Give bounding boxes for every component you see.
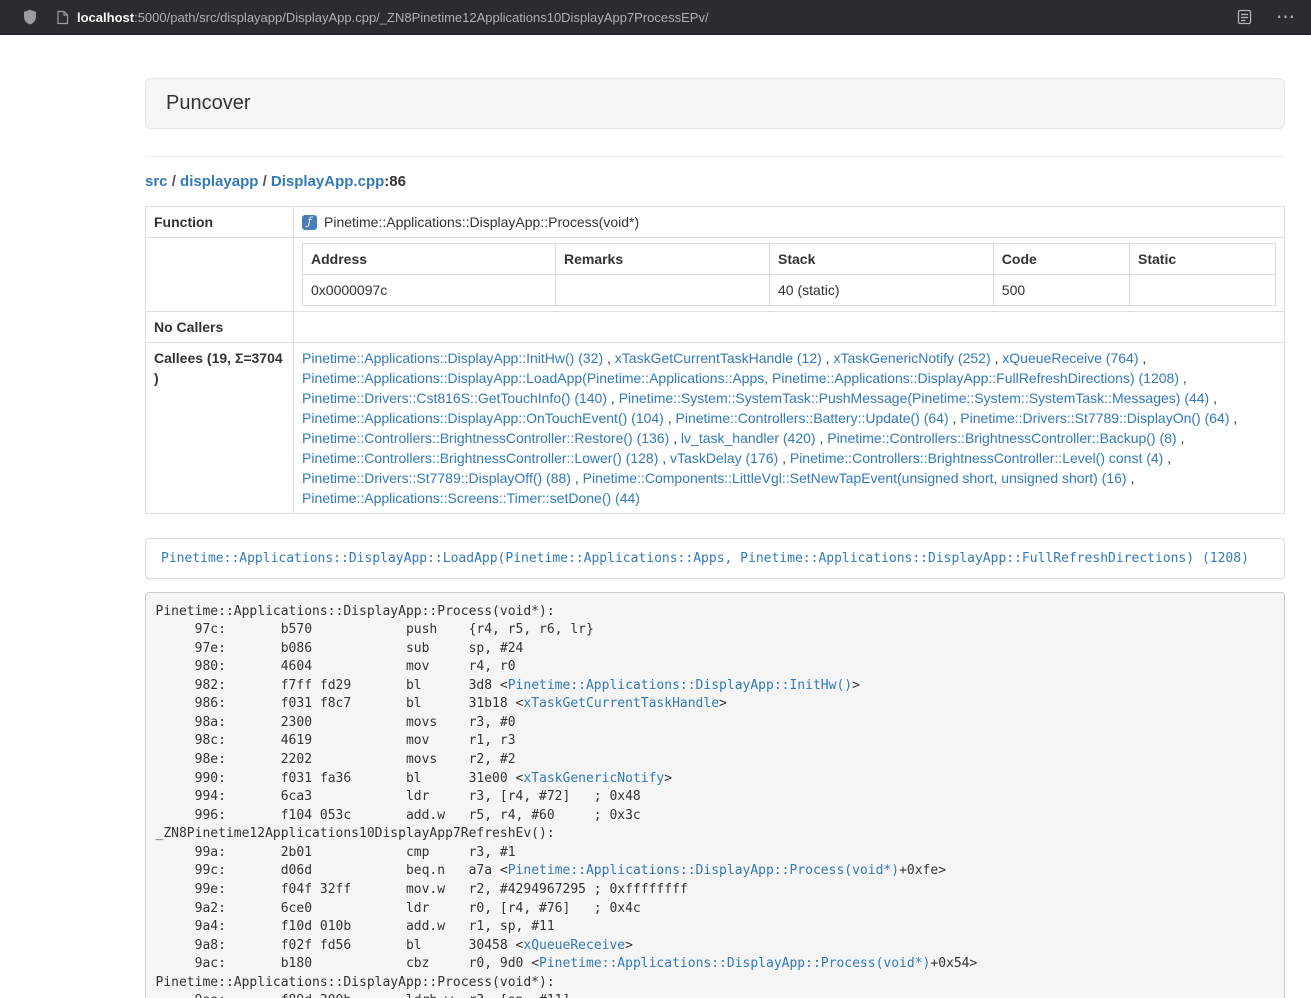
static-value bbox=[1130, 275, 1276, 306]
browser-chrome: localhost:5000/path/src/displayapp/Displ… bbox=[0, 0, 1311, 35]
stats-value-row: 0x0000097c 40 (static) 500 bbox=[303, 275, 1276, 306]
breadcrumb-line-number: :86 bbox=[384, 173, 406, 190]
callee-link[interactable]: Pinetime::System::SystemTask::PushMessag… bbox=[619, 390, 1210, 406]
callee-link[interactable]: Pinetime::Drivers::St7789::DisplayOn() (… bbox=[960, 410, 1229, 426]
disassembly-code: Pinetime::Applications::DisplayApp::Proc… bbox=[145, 592, 1285, 998]
code-symbol-link[interactable]: xTaskGetCurrentTaskHandle bbox=[523, 696, 719, 711]
callee-link[interactable]: xTaskGetCurrentTaskHandle (12) bbox=[615, 350, 822, 366]
col-stack: Stack bbox=[770, 244, 994, 275]
function-label: Function bbox=[146, 207, 294, 238]
page-icon bbox=[56, 10, 69, 25]
function-name: Pinetime::Applications::DisplayApp::Proc… bbox=[324, 212, 639, 232]
breadcrumb-link[interactable]: displayapp bbox=[180, 173, 258, 190]
callee-link[interactable]: xQueueReceive (764) bbox=[1002, 350, 1138, 366]
no-callers-label: No Callers bbox=[146, 312, 294, 343]
stats-header-row: Address Remarks Stack Code Static bbox=[303, 244, 1276, 275]
stats-table: Address Remarks Stack Code Static 0x0000… bbox=[302, 243, 1276, 306]
callee-link[interactable]: Pinetime::Controllers::BrightnessControl… bbox=[302, 450, 658, 466]
function-table: Function ƒ Pinetime::Applications::Displ… bbox=[145, 206, 1285, 514]
callee-link[interactable]: lv_task_handler (420) bbox=[681, 430, 816, 446]
callee-link[interactable]: xTaskGenericNotify (252) bbox=[833, 350, 990, 366]
topbar-actions: ⋯ bbox=[1237, 8, 1311, 27]
col-static: Static bbox=[1130, 244, 1276, 275]
code-symbol-link[interactable]: Pinetime::Applications::DisplayApp::Proc… bbox=[508, 863, 899, 878]
stack-value: 40 (static) bbox=[770, 275, 994, 306]
overflow-menu-icon[interactable]: ⋯ bbox=[1272, 8, 1299, 27]
breadcrumb-links: src / displayapp / DisplayApp.cpp bbox=[145, 173, 384, 190]
function-row: Function ƒ Pinetime::Applications::Displ… bbox=[146, 207, 1285, 238]
callees-row: Callees (19, Σ=3704 ) Pinetime::Applicat… bbox=[146, 343, 1285, 514]
callees-label: Callees (19, Σ=3704 ) bbox=[146, 343, 294, 514]
url-path: :5000/path/src/displayapp/DisplayApp.cpp… bbox=[134, 10, 709, 25]
callee-link[interactable]: Pinetime::Components::LittleVgl::SetNewT… bbox=[583, 470, 1127, 486]
col-address: Address bbox=[303, 244, 556, 275]
callee-link[interactable]: Pinetime::Controllers::BrightnessControl… bbox=[827, 430, 1176, 446]
code-value: 500 bbox=[993, 275, 1129, 306]
callee-link[interactable]: Pinetime::Controllers::BrightnessControl… bbox=[302, 430, 669, 446]
col-remarks: Remarks bbox=[555, 244, 769, 275]
code-symbol-link[interactable]: Pinetime::Applications::DisplayApp::Proc… bbox=[539, 956, 930, 971]
page-container: Puncover src / displayapp / DisplayApp.c… bbox=[145, 35, 1285, 998]
reader-view-icon[interactable] bbox=[1237, 9, 1252, 25]
callee-link[interactable]: Pinetime::Applications::DisplayApp::Init… bbox=[302, 350, 603, 366]
page-title: Puncover bbox=[166, 92, 251, 114]
highlighted-callee-link[interactable]: Pinetime::Applications::DisplayApp::Load… bbox=[161, 551, 1249, 566]
shield-icon-glyph bbox=[22, 9, 38, 25]
shield-icon[interactable] bbox=[22, 9, 38, 25]
highlighted-callee-panel: Pinetime::Applications::DisplayApp::Load… bbox=[145, 538, 1285, 579]
function-name-cell: ƒ Pinetime::Applications::DisplayApp::Pr… bbox=[302, 212, 1276, 232]
no-callers-row: No Callers bbox=[146, 312, 1285, 343]
divider bbox=[145, 156, 1285, 157]
breadcrumb-link[interactable]: src bbox=[145, 173, 168, 190]
address-value: 0x0000097c bbox=[303, 275, 556, 306]
remarks-value bbox=[555, 275, 769, 306]
function-icon: ƒ bbox=[302, 215, 317, 230]
code-symbol-link[interactable]: xQueueReceive bbox=[523, 938, 625, 953]
col-code: Code bbox=[993, 244, 1129, 275]
code-symbol-link[interactable]: Pinetime::Applications::DisplayApp::Init… bbox=[508, 678, 852, 693]
breadcrumb: src / displayapp / DisplayApp.cpp:86 bbox=[145, 173, 1285, 190]
callee-link[interactable]: Pinetime::Controllers::BrightnessControl… bbox=[790, 450, 1163, 466]
breadcrumb-separator: / bbox=[168, 173, 181, 190]
callee-link[interactable]: vTaskDelay (176) bbox=[670, 450, 778, 466]
app-header: Puncover bbox=[145, 78, 1285, 129]
breadcrumb-link[interactable]: DisplayApp.cpp bbox=[271, 173, 384, 190]
callee-link[interactable]: Pinetime::Drivers::Cst816S::GetTouchInfo… bbox=[302, 390, 607, 406]
code-symbol-link[interactable]: xTaskGenericNotify bbox=[523, 771, 664, 786]
callee-link[interactable]: Pinetime::Controllers::Battery::Update()… bbox=[676, 410, 949, 426]
callees-cell: Pinetime::Applications::DisplayApp::Init… bbox=[294, 343, 1285, 514]
stats-row: Address Remarks Stack Code Static 0x0000… bbox=[146, 238, 1285, 312]
callee-link[interactable]: Pinetime::Applications::DisplayApp::Load… bbox=[302, 370, 1179, 386]
url-text: localhost:5000/path/src/displayapp/Displ… bbox=[77, 10, 709, 25]
callee-link[interactable]: Pinetime::Applications::Screens::Timer::… bbox=[302, 490, 640, 506]
url-bar[interactable]: localhost:5000/path/src/displayapp/Displ… bbox=[56, 10, 1237, 25]
url-host: localhost bbox=[77, 10, 134, 25]
callee-link[interactable]: Pinetime::Drivers::St7789::DisplayOff() … bbox=[302, 470, 571, 486]
callee-link[interactable]: Pinetime::Applications::DisplayApp::OnTo… bbox=[302, 410, 664, 426]
breadcrumb-separator: / bbox=[258, 173, 271, 190]
